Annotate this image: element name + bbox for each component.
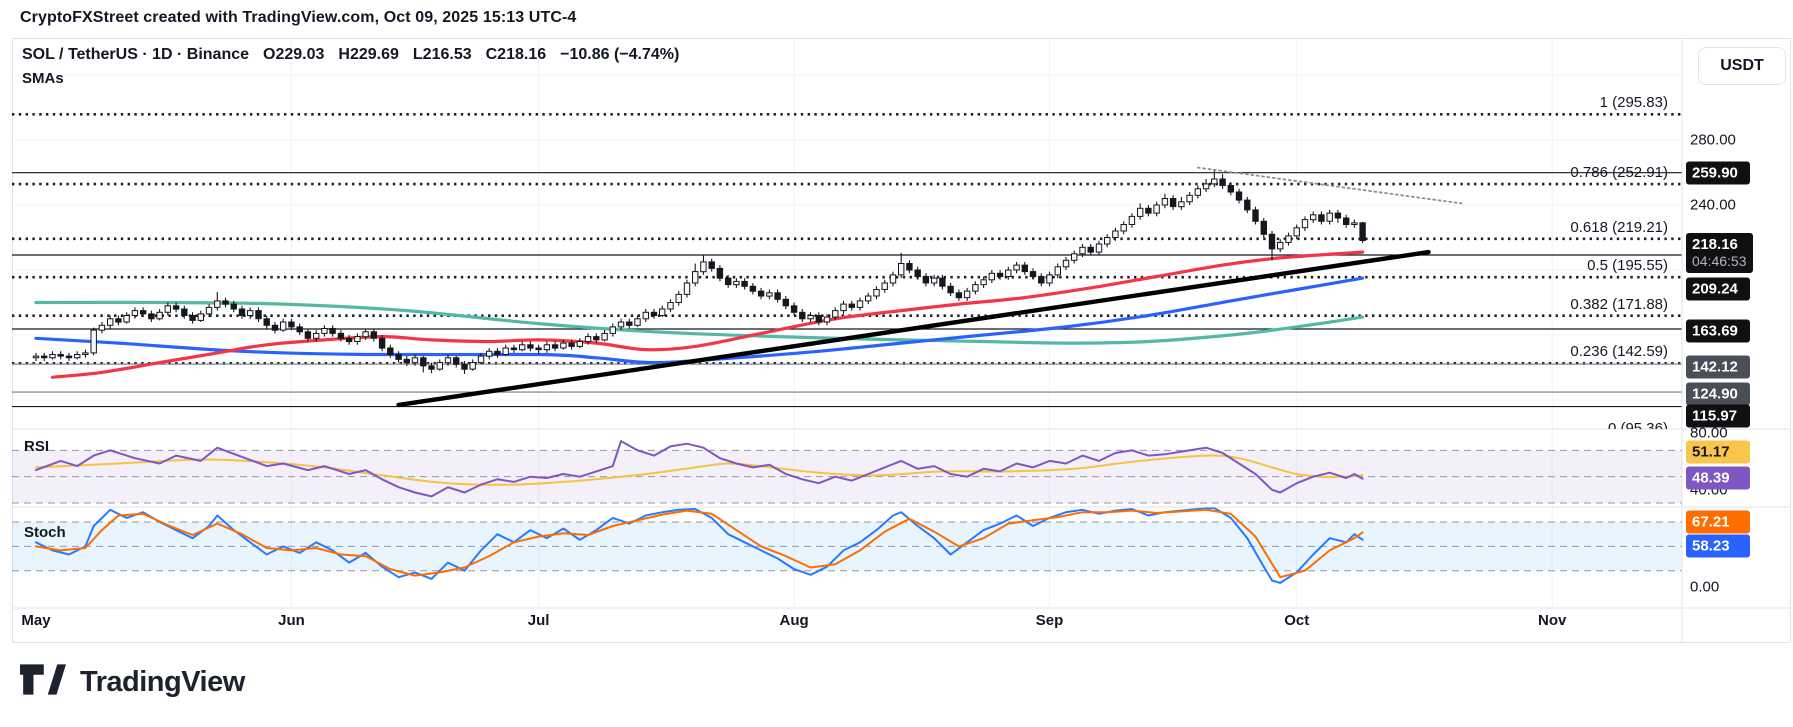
- ohlc-close: C218.16: [486, 46, 547, 63]
- rsi-indicator-label[interactable]: RSI: [24, 438, 49, 455]
- tradingview-logo-text: TradingView: [80, 666, 245, 699]
- indicator-axis-badge: 51.17: [1686, 441, 1750, 464]
- price-series: [33, 169, 1365, 374]
- tradingview-logo[interactable]: TradingView: [20, 664, 245, 700]
- smas-indicator-label[interactable]: SMAs: [22, 70, 64, 87]
- tradingview-logo-icon: [20, 664, 66, 700]
- symbol-description: SOL / TetherUS · 1D · Binance: [22, 46, 249, 63]
- countdown-timer: 04:46:53: [1692, 253, 1747, 270]
- price-axis-badge: 142.12: [1686, 356, 1750, 379]
- time-axis-label: Jul: [528, 612, 550, 629]
- price-axis-badge: 218.1604:46:53: [1686, 233, 1753, 273]
- ohlc-high: H229.69: [338, 46, 399, 63]
- price-axis-badge: 124.90: [1686, 383, 1750, 406]
- ohlc-change: −10.86 (−4.74%): [560, 46, 679, 63]
- price-axis-badge: 209.24: [1686, 278, 1750, 301]
- time-axis-label: Sep: [1036, 612, 1064, 629]
- price-axis-label: 0.00: [1690, 579, 1719, 596]
- price-axis-badge: 163.69: [1686, 320, 1750, 343]
- indicator-axis-badge: 58.23: [1686, 535, 1750, 558]
- main-pane: [33, 168, 1461, 405]
- chart-canvas[interactable]: [0, 0, 1793, 727]
- time-axis-label: Oct: [1284, 612, 1309, 629]
- indicator-axis-badge: 67.21: [1686, 511, 1750, 534]
- currency-toggle-button[interactable]: USDT: [1698, 47, 1786, 85]
- price-axis-label: 280.00: [1690, 132, 1736, 149]
- indicator-axis-badge: 48.39: [1686, 467, 1750, 490]
- time-axis-label: May: [21, 612, 50, 629]
- price-axis-label: 240.00: [1690, 197, 1736, 214]
- ohlc-open: O229.03: [263, 46, 324, 63]
- time-axis-label: Nov: [1538, 612, 1566, 629]
- symbol-title-row[interactable]: SOL / TetherUS · 1D · Binance O229.03 H229…: [22, 46, 693, 64]
- page: CryptoFXStreet created with TradingView.…: [0, 0, 1793, 727]
- price-axis-badge: 259.90: [1686, 162, 1750, 185]
- time-axis-label: Jun: [278, 612, 305, 629]
- time-axis-label: Aug: [779, 612, 808, 629]
- price-axis-badge: 115.97: [1686, 405, 1750, 428]
- ohlc-low: L216.53: [413, 46, 472, 63]
- stoch-indicator-label[interactable]: Stoch: [24, 524, 66, 541]
